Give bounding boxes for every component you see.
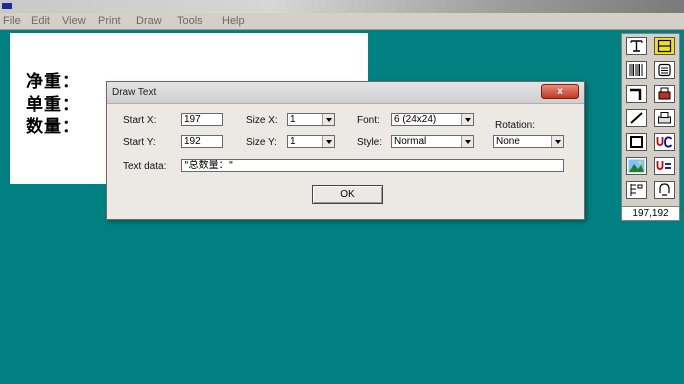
chevron-down-icon[interactable]	[461, 136, 473, 147]
menu-help[interactable]: Help	[222, 15, 245, 27]
font-value: 6 (24x24)	[394, 114, 437, 125]
menu-draw[interactable]: Draw	[136, 15, 162, 27]
tool-settings-icon[interactable]	[654, 181, 675, 199]
toolbox-panel: 197,192	[621, 33, 680, 221]
menu-tools[interactable]: Tools	[177, 15, 203, 27]
rectangle-tool-icon[interactable]	[654, 37, 675, 55]
print-tool-icon[interactable]	[654, 85, 675, 103]
font-label: Font:	[357, 115, 380, 126]
rotation-label: Rotation:	[495, 120, 536, 131]
dialog-titlebar[interactable]: Draw Text x	[107, 82, 584, 104]
printer-tool-icon[interactable]	[654, 109, 675, 127]
draw-text-dialog: Draw Text x Start X: 197 Start Y: 192 Si…	[106, 81, 585, 220]
variable-counter-icon[interactable]	[654, 133, 675, 151]
coordinate-readout: 197,192	[622, 206, 679, 220]
canvas-text-net-weight[interactable]: 净重：	[26, 67, 80, 92]
layout-tool-icon[interactable]	[626, 181, 647, 199]
start-x-field[interactable]: 197	[181, 113, 223, 126]
barcode-tool-icon[interactable]	[626, 61, 647, 79]
text-data-field[interactable]: "总数量："	[181, 159, 564, 172]
line-tool-icon[interactable]	[626, 85, 647, 103]
dialog-title: Draw Text	[112, 87, 157, 98]
chevron-down-icon[interactable]	[322, 114, 334, 125]
size-y-label: Size Y:	[246, 137, 277, 148]
rotation-value: None	[496, 136, 520, 147]
start-x-label: Start X:	[123, 115, 157, 126]
list-tool-icon[interactable]	[654, 61, 675, 79]
chevron-down-icon[interactable]	[322, 136, 334, 147]
app-icon	[2, 3, 12, 9]
menu-file[interactable]: File	[3, 15, 21, 27]
menu-bar: File Edit View Print Draw Tools Help	[0, 13, 684, 30]
image-tool-icon[interactable]	[626, 157, 647, 175]
start-y-label: Start Y:	[123, 137, 156, 148]
menu-edit[interactable]: Edit	[31, 15, 50, 27]
size-x-select[interactable]: 1	[287, 113, 335, 126]
box-tool-icon[interactable]	[626, 133, 647, 151]
size-y-select[interactable]: 1	[287, 135, 335, 148]
diagonal-line-tool-icon[interactable]	[626, 109, 647, 127]
window-titlebar	[0, 0, 684, 13]
start-y-field[interactable]: 192	[181, 135, 223, 148]
text-tool-icon[interactable]	[626, 37, 647, 55]
style-select[interactable]: Normal	[391, 135, 474, 148]
canvas-text-quantity[interactable]: 数量：	[26, 112, 80, 137]
menu-print[interactable]: Print	[98, 15, 121, 27]
menu-view[interactable]: View	[62, 15, 86, 27]
size-x-label: Size X:	[246, 115, 278, 126]
size-y-value: 1	[290, 136, 296, 147]
size-x-value: 1	[290, 114, 296, 125]
rotation-select[interactable]: None	[493, 135, 564, 148]
close-button[interactable]: x	[541, 84, 579, 99]
chevron-down-icon[interactable]	[551, 136, 563, 147]
variable-assign-icon[interactable]	[654, 157, 675, 175]
text-data-label: Text data:	[123, 161, 167, 172]
ok-button[interactable]: OK	[312, 185, 383, 204]
style-value: Normal	[394, 136, 427, 147]
chevron-down-icon[interactable]	[461, 114, 473, 125]
font-select[interactable]: 6 (24x24)	[391, 113, 474, 126]
style-label: Style:	[357, 137, 383, 148]
